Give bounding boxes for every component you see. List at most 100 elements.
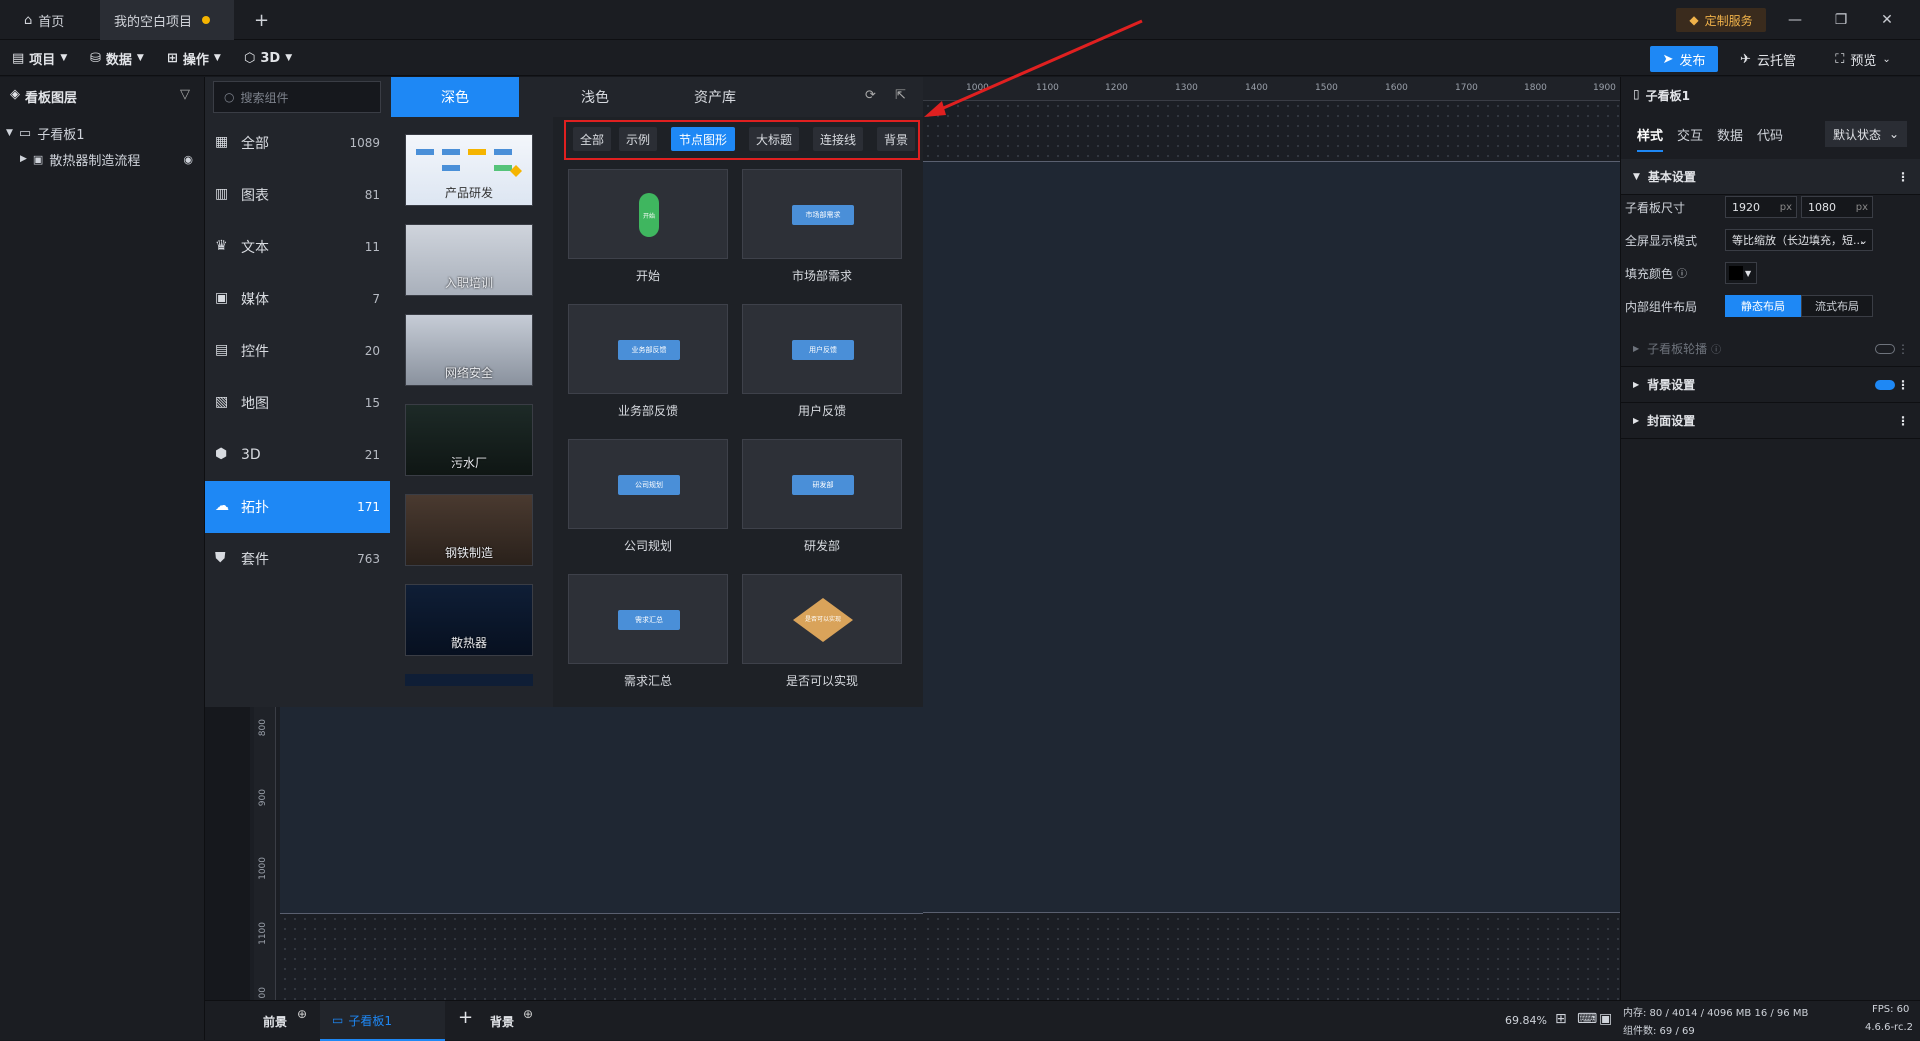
custom-service-button[interactable]: ◆ 定制服务 bbox=[1676, 8, 1766, 32]
terminal-icon[interactable]: ▣ bbox=[1599, 1011, 1612, 1027]
category-text[interactable]: ♛ 文本 11 bbox=[205, 221, 390, 273]
tab-light[interactable]: 浅色 bbox=[555, 77, 635, 117]
more-icon[interactable]: ⋮ bbox=[1897, 414, 1909, 428]
template-thumb[interactable]: 入职培训 bbox=[405, 224, 533, 296]
eye-icon[interactable]: ◉ bbox=[183, 153, 193, 166]
category-count: 11 bbox=[364, 240, 380, 254]
add-back-icon[interactable]: ⊕ bbox=[523, 1007, 533, 1021]
more-icon[interactable]: ⋮ bbox=[1897, 170, 1909, 184]
tab-home[interactable]: ⌂ 首页 bbox=[10, 0, 78, 40]
size-label: 子看板尺寸 bbox=[1625, 201, 1686, 215]
section-background[interactable]: ▶ 背景设置 ⋮ bbox=[1621, 367, 1920, 403]
preview-button[interactable]: ⛶ 预览 ⌄ bbox=[1818, 46, 1908, 72]
help-icon: ⓘ bbox=[1677, 269, 1688, 280]
layer-item-flow[interactable]: ▶ ▣ 散热器制造流程 ◉ bbox=[0, 146, 205, 172]
template-label: 入职培训 bbox=[444, 276, 493, 290]
search-input[interactable]: ○ 搜索组件 bbox=[213, 81, 381, 113]
toggle-off[interactable] bbox=[1875, 343, 1895, 354]
chip-node-shape[interactable]: 节点图形 bbox=[671, 127, 735, 151]
tab-style[interactable]: 样式 bbox=[1637, 125, 1664, 152]
annotation-arrow-icon bbox=[924, 19, 1143, 117]
layout-static-button[interactable]: 静态布局 bbox=[1725, 295, 1801, 317]
more-icon[interactable]: ⋮ bbox=[1897, 378, 1909, 392]
category-all[interactable]: ▦ 全部 1089 bbox=[205, 117, 390, 169]
add-board-button[interactable]: + bbox=[458, 1007, 473, 1028]
node-card-market[interactable]: 市场部需求 bbox=[742, 169, 902, 259]
chip-example[interactable]: 示例 bbox=[619, 127, 657, 151]
category-3d[interactable]: ⬢ 3D 21 bbox=[205, 429, 390, 481]
ruler-label: 1300 bbox=[1175, 83, 1198, 93]
tab-code[interactable]: 代码 bbox=[1757, 125, 1783, 144]
back-layer-tab[interactable]: 背景 bbox=[490, 1013, 514, 1030]
node-card-rnd[interactable]: 研发部 bbox=[742, 439, 902, 529]
node-card-business[interactable]: 业务部反馈 bbox=[568, 304, 728, 394]
chip-background[interactable]: 背景 bbox=[877, 127, 915, 151]
tab-interaction[interactable]: 交互 bbox=[1677, 125, 1703, 144]
section-carousel[interactable]: ▶ 子看板轮播 ⓘ ⋮ bbox=[1621, 331, 1920, 367]
menu-data[interactable]: ⛁ 数据 ▼ bbox=[90, 40, 144, 76]
chip-all[interactable]: 全部 bbox=[573, 127, 611, 151]
category-media[interactable]: ▣ 媒体 7 bbox=[205, 273, 390, 325]
minimize-button[interactable]: — bbox=[1772, 0, 1818, 40]
category-control[interactable]: ▤ 控件 20 bbox=[205, 325, 390, 377]
fullscreen-select[interactable]: 等比缩放（长边填充，短... ⌄ bbox=[1725, 229, 1873, 251]
category-topology[interactable]: ☁ 拓扑 171 bbox=[205, 481, 390, 533]
keyboard-icon[interactable]: ⌨ bbox=[1577, 1011, 1597, 1027]
category-chart[interactable]: ▥ 图表 81 bbox=[205, 169, 390, 221]
category-map[interactable]: ▧ 地图 15 bbox=[205, 377, 390, 429]
chip-connector[interactable]: 连接线 bbox=[813, 127, 863, 151]
section-cover[interactable]: ▶ 封面设置 ⋮ bbox=[1621, 403, 1920, 439]
category-count: 15 bbox=[364, 396, 380, 410]
node-card-decision[interactable]: 是否可以实现 bbox=[742, 574, 902, 664]
fit-screen-icon[interactable]: ⊞ bbox=[1555, 1011, 1567, 1027]
state-select[interactable]: 默认状态 ⌄ bbox=[1825, 121, 1907, 147]
ruler-label: 1500 bbox=[1315, 83, 1338, 93]
template-thumb[interactable]: 散热器 bbox=[405, 584, 533, 656]
board-tab[interactable]: ▭ 子看板1 bbox=[320, 1001, 445, 1041]
fill-color-picker[interactable]: ▼ bbox=[1725, 262, 1757, 284]
chip-title[interactable]: 大标题 bbox=[749, 127, 799, 151]
layer-item-board[interactable]: ▼ ▭ 子看板1 bbox=[0, 120, 205, 146]
template-thumb[interactable]: 钢铁制造 bbox=[405, 494, 533, 566]
cloud-hosting-button[interactable]: ✈ 云托管 bbox=[1728, 46, 1808, 72]
layout-flow-button[interactable]: 流式布局 bbox=[1801, 295, 1873, 317]
add-front-icon[interactable]: ⊕ bbox=[297, 1007, 307, 1021]
menu-3d[interactable]: ⬡ 3D ▼ bbox=[244, 40, 292, 76]
category-kit[interactable]: ⛊ 套件 763 bbox=[205, 533, 390, 585]
ruler-label: 800 bbox=[258, 719, 268, 737]
external-link-icon[interactable]: ⇱ bbox=[895, 88, 906, 103]
node-card-start[interactable]: 开始 bbox=[568, 169, 728, 259]
height-input[interactable]: 1080 px bbox=[1801, 196, 1873, 218]
restore-button[interactable]: ❐ bbox=[1818, 0, 1864, 40]
template-thumb[interactable]: 网络安全 bbox=[405, 314, 533, 386]
zoom-level[interactable]: 69.84% bbox=[1505, 1014, 1547, 1027]
tab-assets[interactable]: 资产库 bbox=[665, 77, 765, 117]
diamond-icon: ◆ bbox=[1689, 13, 1699, 27]
template-thumb[interactable]: 污水厂 bbox=[405, 404, 533, 476]
tab-project[interactable]: 我的空白项目 bbox=[100, 0, 234, 40]
width-input[interactable]: 1920 px bbox=[1725, 196, 1797, 218]
home-icon: ⌂ bbox=[24, 12, 33, 28]
toggle-on[interactable] bbox=[1875, 379, 1895, 390]
menu-operate[interactable]: ⊞ 操作 ▼ bbox=[167, 40, 221, 76]
front-layer-tab[interactable]: 前景 bbox=[263, 1013, 287, 1030]
template-label: 产品研发 bbox=[444, 186, 493, 200]
canvas-area[interactable]: 1000 1100 1200 1300 1400 1500 1600 1700 … bbox=[923, 77, 1620, 1000]
template-thumb[interactable]: 产品研发 bbox=[405, 134, 533, 206]
tab-dark[interactable]: 深色 bbox=[391, 77, 519, 117]
menu-project[interactable]: ▤ 项目 ▼ bbox=[12, 40, 67, 76]
section-basic[interactable]: ▼ 基本设置 ⋮ bbox=[1621, 159, 1920, 195]
publish-button[interactable]: ➤ 发布 bbox=[1650, 46, 1718, 72]
node-card-planning[interactable]: 公司规划 bbox=[568, 439, 728, 529]
new-tab-button[interactable]: + bbox=[240, 0, 283, 40]
more-icon[interactable]: ⋮ bbox=[1897, 342, 1909, 356]
tab-data[interactable]: 数据 bbox=[1717, 125, 1743, 144]
close-button[interactable]: ✕ bbox=[1864, 0, 1910, 40]
category-label: 图表 bbox=[241, 188, 269, 204]
filter-icon[interactable]: ▽ bbox=[180, 87, 190, 102]
chip-label: 示例 bbox=[625, 132, 650, 147]
node-card-user[interactable]: 用户反馈 bbox=[742, 304, 902, 394]
node-card-summary[interactable]: 需求汇总 bbox=[568, 574, 728, 664]
refresh-icon[interactable]: ⟳ bbox=[865, 88, 876, 103]
chevron-down-icon: ⌄ bbox=[1858, 233, 1868, 247]
